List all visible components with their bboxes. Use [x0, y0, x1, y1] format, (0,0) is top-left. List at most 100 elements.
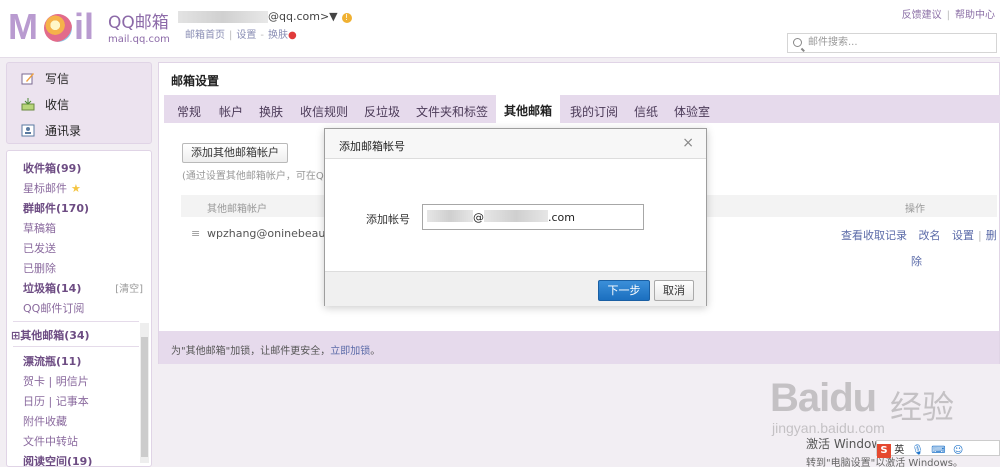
lock-notice: 为"其他邮箱"加锁，让邮件更安全，立即加锁。: [159, 331, 999, 364]
folder-group[interactable]: 群邮件(170): [23, 200, 89, 216]
warning-icon[interactable]: !: [341, 13, 352, 23]
link-help[interactable]: 帮助中心: [955, 10, 995, 21]
search-icon: [793, 38, 802, 47]
receive-label: 收信: [45, 98, 70, 112]
settings-tabs: 常规 帐户 换肤 收信规则 反垃圾 文件夹和标签 其他邮箱 我的订阅 信纸 体验…: [164, 95, 1000, 123]
scrollbar-thumb[interactable]: [141, 337, 148, 457]
folder-inbox[interactable]: 收件箱(99): [23, 160, 81, 176]
tab-account[interactable]: 帐户: [219, 103, 243, 120]
contacts-icon: [21, 124, 35, 137]
link-settings[interactable]: 设置: [236, 30, 256, 41]
dialog-footer: 下一步 取消: [325, 271, 706, 306]
folder-spam[interactable]: 垃圾箱(14): [23, 280, 81, 296]
settings-link[interactable]: 设置: [952, 229, 974, 242]
delete-link-wrap[interactable]: 除: [911, 253, 922, 269]
folder-deleted[interactable]: 已删除: [23, 260, 56, 276]
write-button[interactable]: 写信: [21, 70, 69, 87]
lock-now-link[interactable]: 立即加锁: [330, 346, 370, 357]
view-records-link[interactable]: 查看收取记录: [841, 229, 907, 242]
close-icon[interactable]: ×: [682, 136, 694, 150]
at-sign: @: [473, 211, 484, 224]
lock-text: 为"其他邮箱"加锁，让邮件更安全，: [171, 346, 331, 357]
sidebar-divider: [13, 321, 139, 322]
rename-link[interactable]: 改名: [919, 229, 941, 242]
brand-sub: mail.qq.com: [108, 34, 170, 45]
logo-o-icon: [44, 14, 72, 42]
hint-text: (通过设置其他邮箱帐户，可在Q: [182, 171, 324, 182]
sidebar-actions: 写信 收信 通讯录: [6, 62, 152, 144]
baidu-url: jingyan.baidu.com: [772, 420, 885, 436]
dialog-title: 添加邮箱帐号: [339, 140, 405, 153]
sidebar-divider: [13, 346, 139, 347]
folder-other-mailboxes[interactable]: ⊞其他邮箱(34): [11, 327, 90, 343]
keyboard-icon[interactable]: ⌨: [931, 445, 945, 456]
inbox-icon: [21, 98, 35, 111]
tab-other-mailboxes[interactable]: 其他邮箱: [496, 95, 561, 123]
tab-skin[interactable]: 换肤: [259, 103, 283, 120]
logo-m: M: [8, 6, 38, 47]
cancel-button[interactable]: 取消: [654, 280, 694, 301]
folder-cards[interactable]: 贺卡 | 明信片: [23, 373, 89, 389]
right-links: 反馈建议 | 帮助中心: [901, 10, 995, 21]
tab-rules[interactable]: 收信规则: [300, 103, 348, 120]
folder-file-transfer[interactable]: 文件中转站: [23, 433, 78, 449]
account-field-label: 添加帐号: [366, 213, 410, 226]
baidu-logo-text: Bai: [770, 376, 830, 420]
tab-general[interactable]: 常规: [177, 103, 201, 120]
mail-search-input[interactable]: 邮件搜索...: [787, 33, 997, 53]
lock-end: 。: [370, 346, 381, 357]
contacts-button[interactable]: 通讯录: [21, 122, 81, 139]
receive-button[interactable]: 收信: [21, 96, 69, 113]
tld: .com: [548, 211, 575, 224]
account-switcher[interactable]: @qq.com>▼!: [178, 10, 352, 23]
brand-title: QQ邮箱: [108, 13, 169, 33]
tab-stationery[interactable]: 信纸: [634, 103, 658, 120]
link-mail-home[interactable]: 邮箱首页: [185, 30, 225, 41]
top-header: M il QQ邮箱 mail.qq.com @qq.com>▼! 邮箱首页 | 设置…: [0, 0, 1000, 58]
delete-link[interactable]: 删: [986, 229, 997, 242]
account-input[interactable]: @ .com: [422, 204, 644, 230]
contacts-label: 通讯录: [45, 124, 82, 138]
brand: QQ邮箱 mail.qq.com: [108, 8, 170, 45]
tab-lab[interactable]: 体验室: [674, 103, 710, 120]
blurred-user: [427, 210, 473, 222]
folder-starred-label: 星标邮件: [23, 182, 67, 195]
next-button[interactable]: 下一步: [598, 280, 650, 301]
link-skin[interactable]: 换肤: [268, 30, 288, 41]
folder-drafts[interactable]: 草稿箱: [23, 220, 56, 236]
ime-toolbar[interactable]: S 英 🎙 ⌨ ☺: [876, 440, 1000, 458]
page-title: 邮箱设置: [171, 74, 220, 88]
tab-folders-labels[interactable]: 文件夹和标签: [416, 103, 488, 120]
folder-reading[interactable]: 阅读空间(19): [23, 453, 92, 466]
account-name-blurred: [178, 11, 268, 23]
baidu-watermark: Baidu 经验 jingyan.baidu.com: [770, 376, 995, 438]
drag-handle-icon[interactable]: ≡: [191, 227, 200, 240]
logo-il: il: [74, 6, 95, 47]
folder-subscriptions[interactable]: QQ邮件订阅: [23, 300, 84, 316]
tab-subscriptions[interactable]: 我的订阅: [570, 103, 618, 120]
qqmail-logo[interactable]: M il: [8, 6, 104, 47]
clear-spam-link[interactable]: [清空]: [115, 280, 143, 295]
add-other-mailbox-button[interactable]: 添加其他邮箱帐户: [182, 143, 288, 163]
col-ops: 操作: [905, 204, 925, 215]
account-suffix: @qq.com>▼: [268, 10, 338, 23]
folder-attachments[interactable]: 附件收藏: [23, 413, 67, 429]
col-account: 其他邮箱帐户: [207, 204, 267, 215]
top-links: 邮箱首页 | 设置 - 换肤●: [185, 30, 297, 41]
link-feedback[interactable]: 反馈建议: [902, 10, 942, 21]
folder-starred[interactable]: 星标邮件 ★: [23, 180, 81, 196]
write-label: 写信: [45, 72, 70, 86]
add-mailbox-dialog: 添加邮箱帐号 × 添加帐号 @ .com 下一步 取消: [324, 128, 707, 306]
sogou-icon[interactable]: S: [877, 444, 891, 458]
row-email: wpzhang@oninebeauty: [207, 227, 337, 240]
sidebar-scrollbar[interactable]: [140, 323, 149, 463]
new-dot-icon: ●: [287, 30, 297, 41]
tab-antispam[interactable]: 反垃圾: [364, 103, 400, 120]
folder-sent[interactable]: 已发送: [23, 240, 56, 256]
mic-icon[interactable]: 🎙: [911, 445, 924, 456]
ime-lang[interactable]: 英: [894, 445, 904, 456]
blurred-domain: [484, 210, 548, 222]
folder-drift-bottle[interactable]: 漂流瓶(11): [23, 353, 81, 369]
user-icon[interactable]: ☺: [953, 445, 963, 456]
folder-calendar[interactable]: 日历 | 记事本: [23, 393, 89, 409]
